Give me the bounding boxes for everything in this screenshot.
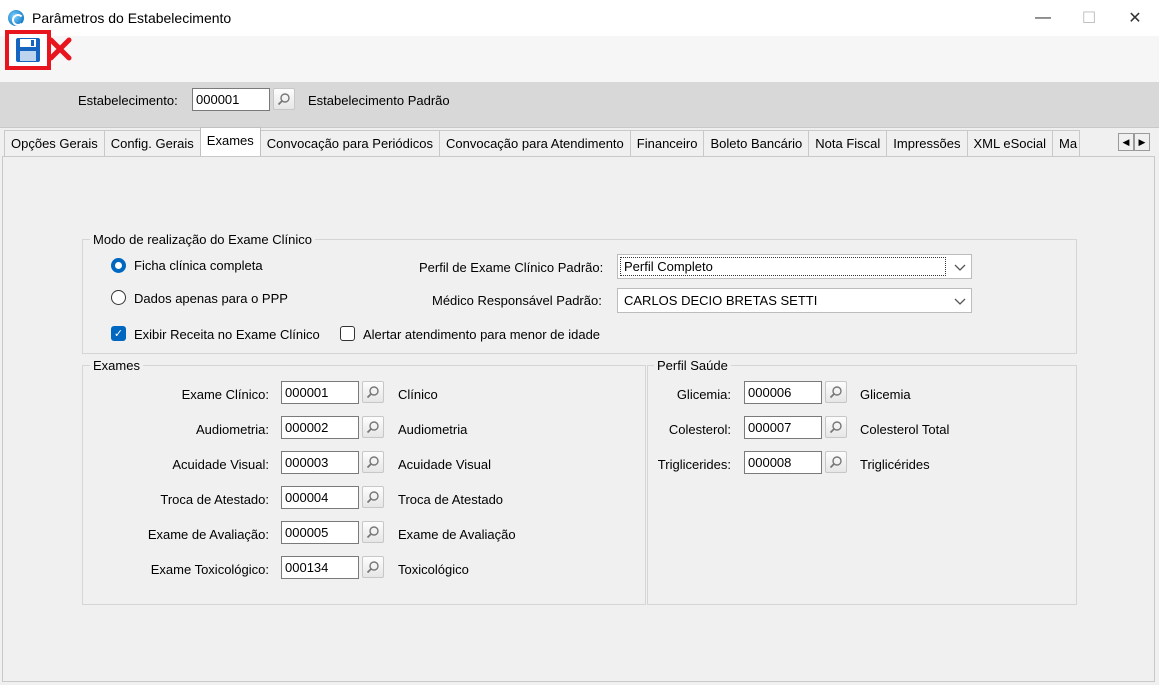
perfil-select-value: Perfil Completo bbox=[620, 257, 946, 276]
check-alertar-menor[interactable] bbox=[340, 326, 355, 341]
tab-strip: Opções Gerais Config. Gerais Exames Conv… bbox=[4, 127, 1080, 156]
glicemia-code-input[interactable]: 000006 bbox=[744, 381, 822, 404]
exames-group-title: Exames bbox=[90, 358, 143, 373]
troca-atestado-desc: Troca de Atestado bbox=[398, 492, 504, 507]
exame-toxicologico-lookup-button[interactable] bbox=[362, 556, 384, 578]
save-button[interactable] bbox=[5, 30, 51, 70]
tab-xml-esocial[interactable]: XML eSocial bbox=[966, 130, 1053, 156]
floppy-disk-icon bbox=[16, 38, 40, 62]
medico-select-value: CARLOS DECIO BRETAS SETTI bbox=[624, 293, 818, 308]
tab-convocacao-periodicos[interactable]: Convocação para Periódicos bbox=[259, 130, 440, 156]
cancel-button[interactable] bbox=[48, 36, 74, 66]
minimize-button[interactable]: — bbox=[1020, 0, 1066, 36]
tab-impressoes[interactable]: Impressões bbox=[886, 130, 968, 156]
glicemia-label: Glicemia: bbox=[676, 387, 731, 402]
magnifier-icon bbox=[366, 456, 379, 469]
perfil-saude-group-title: Perfil Saúde bbox=[654, 358, 731, 373]
magnifier-icon bbox=[366, 526, 379, 539]
magnifier-icon bbox=[829, 421, 842, 434]
check-exibir-receita[interactable]: ✓ bbox=[111, 326, 126, 341]
tab-convocacao-atendimento[interactable]: Convocação para Atendimento bbox=[438, 130, 631, 156]
audiometria-code-input[interactable]: 000002 bbox=[281, 416, 359, 439]
acuidade-visual-code-input[interactable]: 000003 bbox=[281, 451, 359, 474]
colesterol-lookup-button[interactable] bbox=[825, 416, 847, 438]
estabelecimento-label: Estabelecimento: bbox=[78, 93, 178, 108]
troca-atestado-label: Troca de Atestado: bbox=[160, 492, 269, 507]
magnifier-icon bbox=[366, 491, 379, 504]
exame-avaliacao-lookup-button[interactable] bbox=[362, 521, 384, 543]
modo-group-title: Modo de realização do Exame Clínico bbox=[90, 232, 315, 247]
radio-ficha-completa-label: Ficha clínica completa bbox=[134, 258, 263, 273]
acuidade-visual-lookup-button[interactable] bbox=[362, 451, 384, 473]
exame-avaliacao-code-input[interactable]: 000005 bbox=[281, 521, 359, 544]
perfil-select[interactable]: Perfil Completo bbox=[617, 254, 972, 279]
troca-atestado-code-input[interactable]: 000004 bbox=[281, 486, 359, 509]
chevron-down-icon bbox=[954, 264, 966, 271]
tab-opcoes-gerais[interactable]: Opções Gerais bbox=[4, 130, 105, 156]
exame-toxicologico-desc: Toxicológico bbox=[398, 562, 469, 577]
tab-scroll-left-button[interactable]: ◀ bbox=[1118, 133, 1134, 151]
acuidade-visual-label: Acuidade Visual: bbox=[172, 457, 269, 472]
app-logo-icon bbox=[8, 10, 24, 26]
colesterol-code-input[interactable]: 000007 bbox=[744, 416, 822, 439]
magnifier-icon bbox=[277, 93, 290, 106]
magnifier-icon bbox=[366, 561, 379, 574]
chevron-down-icon bbox=[954, 298, 966, 305]
magnifier-icon bbox=[366, 386, 379, 399]
check-alertar-menor-label: Alertar atendimento para menor de idade bbox=[363, 327, 601, 342]
radio-dados-ppp[interactable] bbox=[111, 290, 126, 305]
exame-clinico-lookup-button[interactable] bbox=[362, 381, 384, 403]
radio-ficha-completa[interactable] bbox=[111, 258, 126, 273]
triglicerides-label: Triglicerides: bbox=[657, 457, 731, 472]
audiometria-lookup-button[interactable] bbox=[362, 416, 384, 438]
tab-nota-fiscal[interactable]: Nota Fiscal bbox=[808, 130, 888, 156]
perfil-label: Perfil de Exame Clínico Padrão: bbox=[419, 260, 604, 275]
colesterol-desc: Colesterol Total bbox=[860, 422, 950, 437]
tab-config-gerais[interactable]: Config. Gerais bbox=[103, 130, 201, 156]
tab-financeiro[interactable]: Financeiro bbox=[629, 130, 705, 156]
colesterol-label: Colesterol: bbox=[668, 422, 731, 437]
title-bar: Parâmetros do Estabelecimento — ☐ ✕ bbox=[0, 0, 1159, 36]
radio-dados-ppp-label: Dados apenas para o PPP bbox=[134, 291, 288, 306]
maximize-button[interactable]: ☐ bbox=[1066, 0, 1112, 36]
estabelecimento-lookup-button[interactable] bbox=[273, 88, 295, 110]
medico-label: Médico Responsável Padrão: bbox=[432, 293, 602, 308]
exame-toxicologico-label: Exame Toxicológico: bbox=[150, 562, 269, 577]
check-exibir-receita-label: Exibir Receita no Exame Clínico bbox=[134, 327, 320, 342]
exame-avaliacao-label: Exame de Avaliação: bbox=[147, 527, 269, 542]
estabelecimento-code-input[interactable]: 000001 bbox=[192, 88, 270, 111]
triglicerides-desc: Triglicérides bbox=[860, 457, 930, 472]
triglicerides-lookup-button[interactable] bbox=[825, 451, 847, 473]
tab-boleto-bancario[interactable]: Boleto Bancário bbox=[703, 130, 810, 156]
glicemia-lookup-button[interactable] bbox=[825, 381, 847, 403]
tab-exames[interactable]: Exames bbox=[199, 127, 261, 156]
red-x-icon bbox=[48, 37, 72, 61]
acuidade-visual-desc: Acuidade Visual bbox=[398, 457, 491, 472]
exame-clinico-label: Exame Clínico: bbox=[181, 387, 269, 402]
exame-clinico-desc: Clínico bbox=[398, 387, 438, 402]
toolbar bbox=[0, 36, 1159, 82]
magnifier-icon bbox=[366, 421, 379, 434]
estabelecimento-name: Estabelecimento Padrão bbox=[308, 93, 450, 108]
magnifier-icon bbox=[829, 386, 842, 399]
window-title: Parâmetros do Estabelecimento bbox=[32, 10, 232, 26]
medico-select[interactable]: CARLOS DECIO BRETAS SETTI bbox=[617, 288, 972, 313]
close-button[interactable]: ✕ bbox=[1112, 0, 1158, 36]
tab-scroll-right-button[interactable]: ▶ bbox=[1134, 133, 1150, 151]
magnifier-icon bbox=[829, 456, 842, 469]
troca-atestado-lookup-button[interactable] bbox=[362, 486, 384, 508]
exame-toxicologico-code-input[interactable]: 000134 bbox=[281, 556, 359, 579]
audiometria-label: Audiometria: bbox=[196, 422, 269, 437]
glicemia-desc: Glicemia bbox=[860, 387, 911, 402]
tab-truncated[interactable]: Ma bbox=[1052, 130, 1080, 156]
exame-avaliacao-desc: Exame de Avaliação bbox=[398, 527, 516, 542]
triglicerides-code-input[interactable]: 000008 bbox=[744, 451, 822, 474]
audiometria-desc: Audiometria bbox=[398, 422, 468, 437]
exame-clinico-code-input[interactable]: 000001 bbox=[281, 381, 359, 404]
